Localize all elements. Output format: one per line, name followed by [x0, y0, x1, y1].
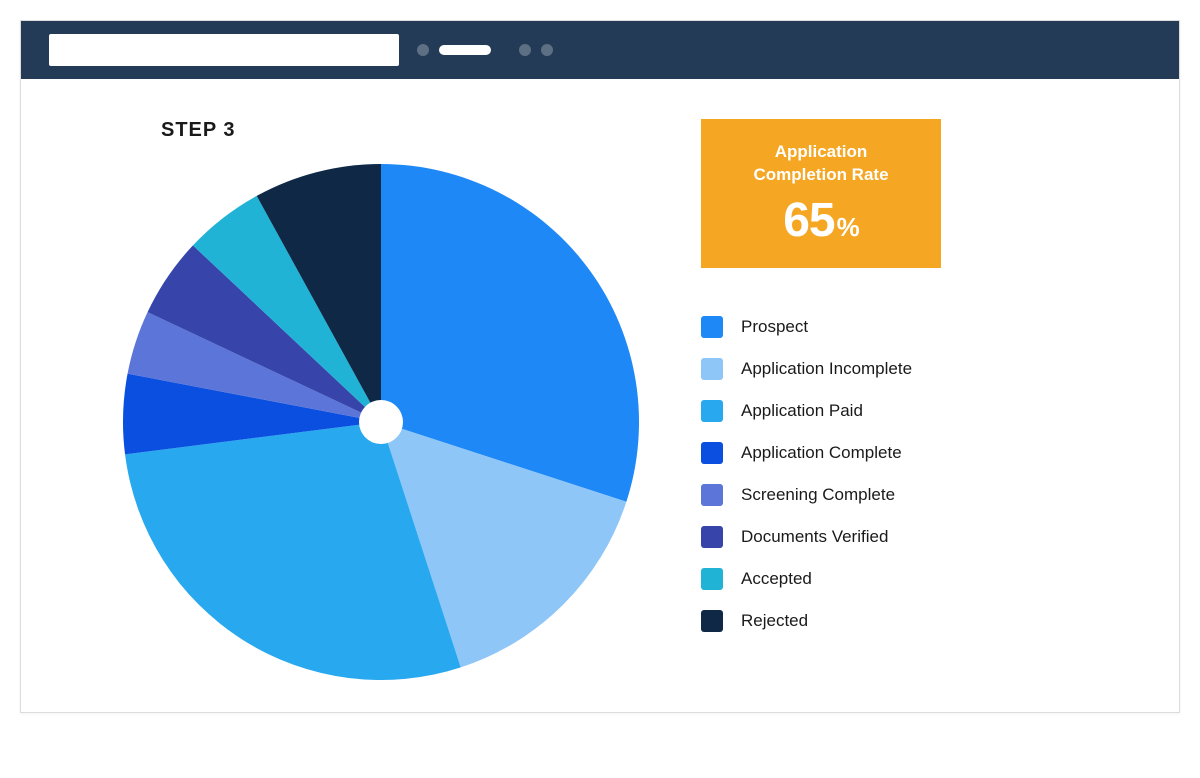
titlebar-dots: [519, 44, 553, 56]
legend-label: Screening Complete: [741, 485, 895, 505]
legend-swatch: [701, 610, 723, 632]
legend-label: Application Paid: [741, 401, 863, 421]
bar-icon: [439, 45, 491, 55]
legend-item: Application Complete: [701, 442, 1139, 464]
legend-item: Accepted: [701, 568, 1139, 590]
legend-label: Rejected: [741, 611, 808, 631]
metric-value: 65: [783, 194, 834, 247]
titlebar: [21, 21, 1179, 79]
legend-swatch: [701, 526, 723, 548]
legend-label: Documents Verified: [741, 527, 888, 547]
pie-center-hole: [359, 400, 403, 444]
legend-item: Documents Verified: [701, 526, 1139, 548]
legend-swatch: [701, 400, 723, 422]
metric-value-wrap: 65%: [725, 193, 917, 248]
legend-swatch: [701, 484, 723, 506]
legend-label: Prospect: [741, 317, 808, 337]
legend-item: Application Incomplete: [701, 358, 1139, 380]
metric-card: Application Completion Rate 65%: [701, 119, 941, 268]
legend-swatch: [701, 358, 723, 380]
app-window: STEP 3 Application Completion Rate 65% P…: [20, 20, 1180, 713]
legend-item: Prospect: [701, 316, 1139, 338]
url-input[interactable]: [49, 34, 399, 66]
pie-chart: [121, 162, 641, 682]
metric-title-line2: Completion Rate: [753, 165, 888, 184]
legend-swatch: [701, 316, 723, 338]
legend: Prospect Application Incomplete Applicatio…: [701, 316, 1139, 632]
metric-title: Application Completion Rate: [725, 141, 917, 187]
dot-icon: [519, 44, 531, 56]
metric-title-line1: Application: [775, 142, 868, 161]
pie-svg: [121, 162, 641, 682]
legend-swatch: [701, 568, 723, 590]
legend-label: Application Incomplete: [741, 359, 912, 379]
legend-label: Accepted: [741, 569, 812, 589]
legend-label: Application Complete: [741, 443, 902, 463]
titlebar-controls: [417, 44, 491, 56]
legend-item: Rejected: [701, 610, 1139, 632]
content-area: STEP 3 Application Completion Rate 65% P…: [21, 79, 1179, 712]
metric-suffix: %: [837, 212, 859, 242]
legend-item: Screening Complete: [701, 484, 1139, 506]
legend-item: Application Paid: [701, 400, 1139, 422]
side-panel: Application Completion Rate 65% Prospect…: [701, 119, 1139, 682]
dot-icon: [541, 44, 553, 56]
dot-icon: [417, 44, 429, 56]
step-label: STEP 3: [161, 119, 661, 142]
chart-panel: STEP 3: [61, 119, 661, 682]
legend-swatch: [701, 442, 723, 464]
